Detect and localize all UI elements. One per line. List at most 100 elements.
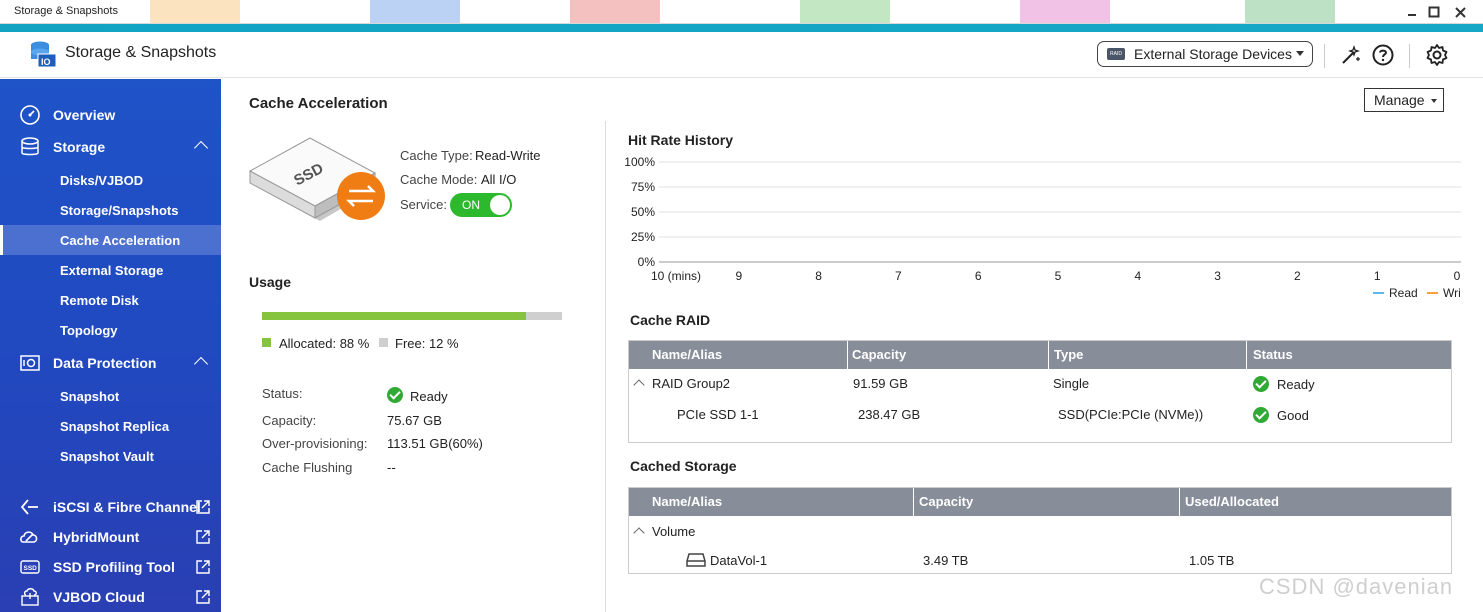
sidebar-item-overview[interactable]: Overview [18,100,115,130]
y-tick-label: 75% [631,180,655,194]
external-drive-icon: RAID [1107,48,1125,60]
svg-text:IO: IO [41,57,51,67]
y-tick-label: 50% [631,205,655,219]
cache-mode-value: All I/O [481,172,517,187]
volume-capacity: 3.49 TB [923,553,969,568]
sidebar-item-vjbod-cloud[interactable]: VJBOD Cloud [18,582,145,612]
sidebar-item-hybridmount[interactable]: HybridMount [18,522,139,552]
cloud-storage-icon [18,585,42,609]
header-divider [1324,44,1325,68]
cache-raid-table: Name/Alias Capacity Type Status RAID Gro… [628,340,1452,443]
header-divider [1409,44,1410,68]
cache-raid-title: Cache RAID [630,312,711,328]
external-link-icon[interactable] [196,500,210,514]
external-link-icon[interactable] [196,530,210,544]
help-icon[interactable] [1371,43,1395,67]
x-tick-label: 1 [1374,269,1381,283]
sidebar-item-label: HybridMount [53,529,140,545]
allocated-legend-label: Allocated: 88 % [279,336,370,351]
ssd-illustration-icon: SSD [248,137,385,221]
sidebar-item-remote-disk[interactable]: Remote Disk [0,285,221,315]
sidebar-item-storage-snapshots[interactable]: Storage/Snapshots [0,195,221,225]
background-decoration [370,0,460,23]
column-header-capacity[interactable]: Capacity [852,347,906,362]
app-title: Storage & Snapshots [65,44,217,61]
cache-mode-label: Cache Mode: [400,172,478,187]
y-tick-label: 25% [631,230,655,244]
sidebar-item-label: Overview [53,107,116,123]
column-header-type[interactable]: Type [1054,347,1083,362]
disk-name: PCIe SSD 1-1 [677,407,759,422]
maximize-button[interactable] [1426,4,1442,20]
cache-flushing-value: -- [387,460,396,475]
volume-used: 1.05 TB [1189,553,1235,568]
sidebar-item-snapshot[interactable]: Snapshot [0,381,221,411]
hit-rate-title: Hit Rate History [628,132,734,148]
storage-snapshots-logo-icon: IO [31,41,57,68]
x-tick-label: 2 [1294,269,1301,283]
sidebar-item-cache-acceleration[interactable]: Cache Acceleration [0,225,221,255]
sidebar-item-snapshot-replica[interactable]: Snapshot Replica [0,411,221,441]
iscsi-icon [18,495,42,519]
service-toggle[interactable]: ON [450,193,512,217]
collapse-caret-icon[interactable] [633,379,645,391]
cache-type-value: Read-Write [475,148,541,163]
background-decoration [150,0,240,23]
x-tick-label: 4 [1134,269,1141,283]
column-header-used-allocated[interactable]: Used/Allocated [1185,494,1279,509]
sidebar-item-data-protection[interactable]: Data Protection [18,348,209,378]
manage-button[interactable]: Manage [1364,88,1444,112]
sidebar-item-topology[interactable]: Topology [0,315,221,345]
external-link-icon[interactable] [196,560,210,574]
x-tick-label: 6 [975,269,982,283]
database-icon [18,135,42,159]
cached-storage-table: Name/Alias Capacity Used/Allocated Volum… [628,487,1452,574]
gear-icon[interactable] [1425,43,1449,67]
status-value: Ready [410,389,448,404]
vertical-divider [605,121,606,612]
chevron-up-icon[interactable] [193,356,209,372]
external-storage-devices-dropdown[interactable]: RAID External Storage Devices [1097,41,1313,67]
minimize-button[interactable] [1404,4,1420,20]
page-title: Cache Acceleration [249,95,388,112]
capacity-value: 75.67 GB [387,413,442,428]
collapse-caret-icon[interactable] [633,527,645,539]
svg-text:SSD: SSD [24,565,38,572]
x-tick-label: 10 (mins) [651,269,701,283]
sidebar-item-label: iSCSI & Fibre Channel [53,499,201,515]
column-header-capacity[interactable]: Capacity [919,494,973,509]
magic-wand-icon[interactable] [1339,43,1363,67]
sidebar-item-disks-vjbod[interactable]: Disks/VJBOD [0,165,221,195]
sidebar-item-storage[interactable]: Storage [18,132,209,162]
sidebar-item-iscsi-fibre-channel[interactable]: iSCSI & Fibre Channel [18,492,201,522]
x-tick-label: 8 [815,269,822,283]
accent-bar [0,24,1483,32]
capacity-label: Capacity: [262,413,317,428]
raid-type: Single [1053,376,1090,391]
column-header-name[interactable]: Name/Alias [652,347,722,362]
disk-type: SSD(PCIe:PCIe (NVMe)) [1058,407,1204,422]
safe-icon [18,351,42,375]
close-icon [1454,6,1466,18]
x-tick-label: 0 [1454,269,1461,283]
column-header-status[interactable]: Status [1253,347,1293,362]
column-header-name[interactable]: Name/Alias [652,494,722,509]
external-link-icon[interactable] [196,590,210,604]
x-tick-label: 5 [1055,269,1062,283]
usage-allocated-fill [262,312,526,320]
table-header: Name/Alias Capacity Used/Allocated [629,488,1451,516]
sidebar-item-snapshot-vault[interactable]: Snapshot Vault [0,441,221,471]
chevron-up-icon[interactable] [193,140,209,156]
close-button[interactable] [1452,4,1468,20]
good-check-icon [1253,407,1269,423]
main-content: Cache Acceleration Manage SSD Cache Type… [221,79,1483,612]
cache-type-label: Cache Type: [400,148,473,163]
sidebar-item-external-storage[interactable]: External Storage [0,255,221,285]
status-label: Status: [262,386,303,401]
sidebar-item-label: Storage [53,139,106,155]
raid-name: RAID Group2 [652,376,731,391]
window-titlebar: Storage & Snapshots [0,0,1483,24]
sidebar-item-ssd-profiling-tool[interactable]: SSD SSD Profiling Tool [18,552,175,582]
cache-flushing-label: Cache Flushing [262,460,353,475]
table-header: Name/Alias Capacity Type Status [629,341,1451,369]
